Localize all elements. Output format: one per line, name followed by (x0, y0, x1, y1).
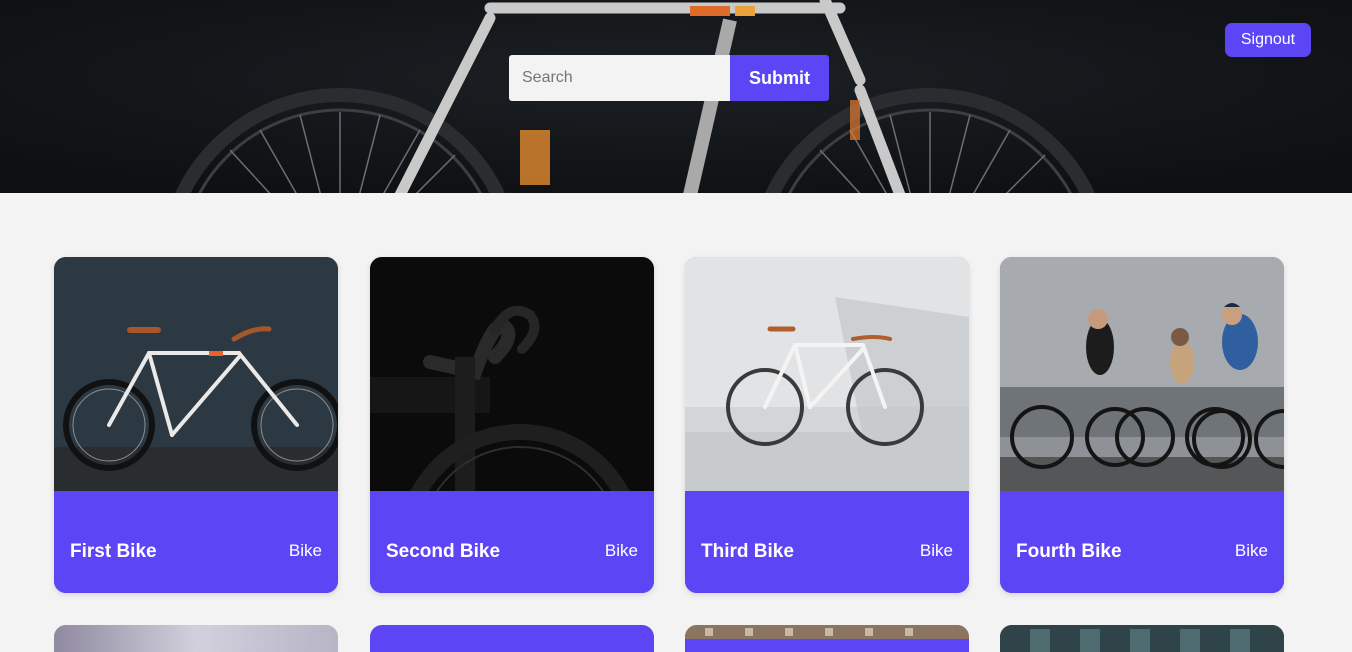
bike-type: Bike (1234, 541, 1268, 560)
bike-type: Bike (604, 541, 638, 560)
bike-card-partial[interactable] (685, 625, 969, 652)
bike-card[interactable]: Third Bike Bike (685, 257, 969, 593)
bike-card-footer: First Bike Bike (54, 491, 338, 593)
bike-card-partial[interactable] (370, 625, 654, 652)
bike-photo (54, 257, 338, 491)
bike-photo (1000, 257, 1284, 491)
bike-name: Second Bike (386, 541, 501, 562)
search-bar: Submit (509, 55, 829, 101)
bike-card-footer: Second Bike Bike (370, 491, 654, 593)
search-input[interactable] (509, 55, 730, 101)
bike-type: Bike (919, 541, 953, 560)
bike-card-footer: Fourth Bike Bike (1000, 491, 1284, 593)
hero-banner: Submit Signout (0, 0, 1352, 193)
bike-card[interactable]: Second Bike Bike (370, 257, 654, 593)
bike-name: First Bike (70, 541, 157, 562)
bike-photo (370, 257, 654, 491)
submit-button[interactable]: Submit (730, 55, 829, 101)
bike-name: Third Bike (701, 541, 794, 562)
bike-name: Fourth Bike (1016, 541, 1122, 562)
bike-card[interactable]: First Bike Bike (54, 257, 338, 593)
bike-photo (685, 257, 969, 491)
bike-card-partial[interactable] (1000, 625, 1284, 652)
bike-card[interactable]: Fourth Bike Bike (1000, 257, 1284, 593)
bike-type: Bike (288, 541, 322, 560)
bike-card-partial[interactable] (54, 625, 338, 652)
signout-button[interactable]: Signout (1225, 23, 1311, 57)
bike-card-footer: Third Bike Bike (685, 491, 969, 593)
